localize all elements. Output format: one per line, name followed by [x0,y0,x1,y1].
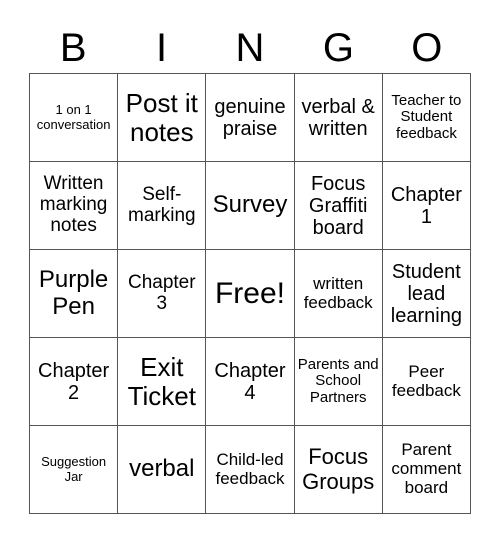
bingo-cell[interactable]: Peer feedback [382,338,471,426]
bingo-card-grid: 1 on 1 conversation Post it notes genuin… [29,73,471,514]
header-letter-o: O [411,26,443,70]
bingo-cell[interactable]: Survey [206,162,295,250]
bingo-cell[interactable]: Parents and School Partners [294,338,383,426]
bingo-cell[interactable]: genuine praise [206,74,295,162]
bingo-cell[interactable]: Child-led feedback [206,426,295,514]
free-space-cell[interactable]: Free! [206,250,295,338]
bingo-cell[interactable]: Self-marking [118,162,207,250]
bingo-cell[interactable]: Post it notes [118,74,207,162]
bingo-cell[interactable]: 1 on 1 conversation [30,74,119,162]
bingo-cell[interactable]: Focus Graffiti board [294,162,383,250]
bingo-header: B I N G O [29,22,471,74]
bingo-cell[interactable]: Chapter 4 [206,338,295,426]
bingo-cell[interactable]: Exit Ticket [118,338,207,426]
bingo-cell[interactable]: verbal & written [294,74,383,162]
header-letter-i: I [156,26,168,70]
bingo-cell[interactable]: Purple Pen [30,250,119,338]
header-letter-g: G [322,26,354,70]
bingo-cell[interactable]: Chapter 1 [382,162,471,250]
bingo-cell[interactable]: verbal [118,426,207,514]
bingo-cell[interactable]: Chapter 3 [118,250,207,338]
bingo-cell[interactable]: Suggestion Jar [30,426,119,514]
bingo-cell[interactable]: Focus Groups [294,426,383,514]
bingo-cell[interactable]: Teacher to Student feedback [382,74,471,162]
bingo-cell[interactable]: Parent comment board [382,426,471,514]
bingo-cell[interactable]: Chapter 2 [30,338,119,426]
bingo-cell[interactable]: Student lead learning [382,250,471,338]
bingo-cell[interactable]: Written marking notes [30,162,119,250]
header-letter-n: N [235,26,265,70]
header-letter-b: B [59,26,87,70]
bingo-cell[interactable]: written feedback [294,250,383,338]
